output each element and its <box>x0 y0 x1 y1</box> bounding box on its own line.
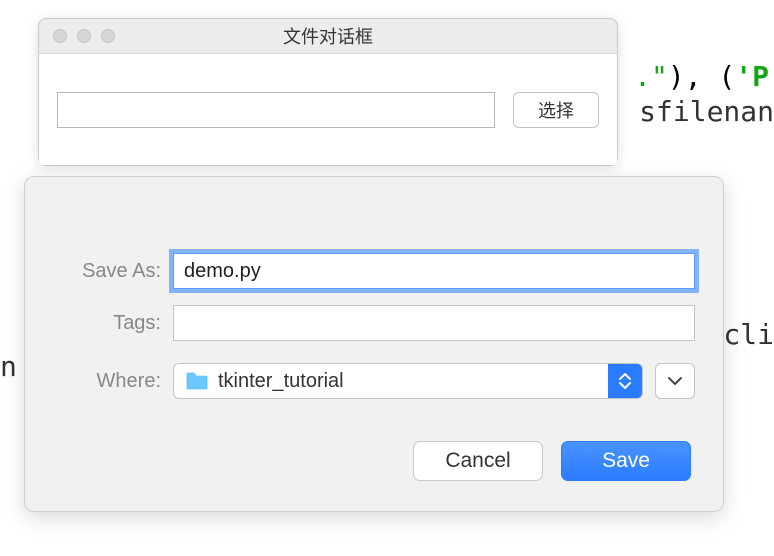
tags-input[interactable] <box>173 305 695 341</box>
save-button[interactable]: Save <box>561 441 691 481</box>
save-sheet: Save As: Tags: Where: tkinter_tutorial <box>24 176 724 512</box>
traffic-lights <box>39 29 115 43</box>
minimize-icon[interactable] <box>77 29 91 43</box>
select-button[interactable]: 选择 <box>513 92 599 128</box>
zoom-icon[interactable] <box>101 29 115 43</box>
close-icon[interactable] <box>53 29 67 43</box>
save-as-label: Save As: <box>53 260 173 283</box>
folder-icon <box>186 372 208 390</box>
window-body: 选择 <box>39 53 617 165</box>
save-as-row: Save As: <box>53 253 695 289</box>
window-title: 文件对话框 <box>39 23 617 49</box>
where-select[interactable]: tkinter_tutorial <box>173 363 643 399</box>
expand-button[interactable] <box>655 363 695 399</box>
tags-row: Tags: <box>53 305 695 341</box>
chevron-down-icon <box>667 376 683 386</box>
where-row: Where: tkinter_tutorial <box>53 363 695 399</box>
tags-label: Tags: <box>53 312 173 335</box>
save-as-input[interactable] <box>173 253 695 289</box>
dropdown-stepper-icon <box>608 364 642 398</box>
titlebar: 文件对话框 <box>39 19 617 53</box>
path-input[interactable] <box>57 92 495 128</box>
where-label: Where: <box>53 370 173 393</box>
where-value: tkinter_tutorial <box>218 370 642 393</box>
cancel-button[interactable]: Cancel <box>413 441 543 481</box>
button-row: Cancel Save <box>53 441 695 481</box>
file-dialog-window: 文件对话框 选择 <box>38 18 618 166</box>
